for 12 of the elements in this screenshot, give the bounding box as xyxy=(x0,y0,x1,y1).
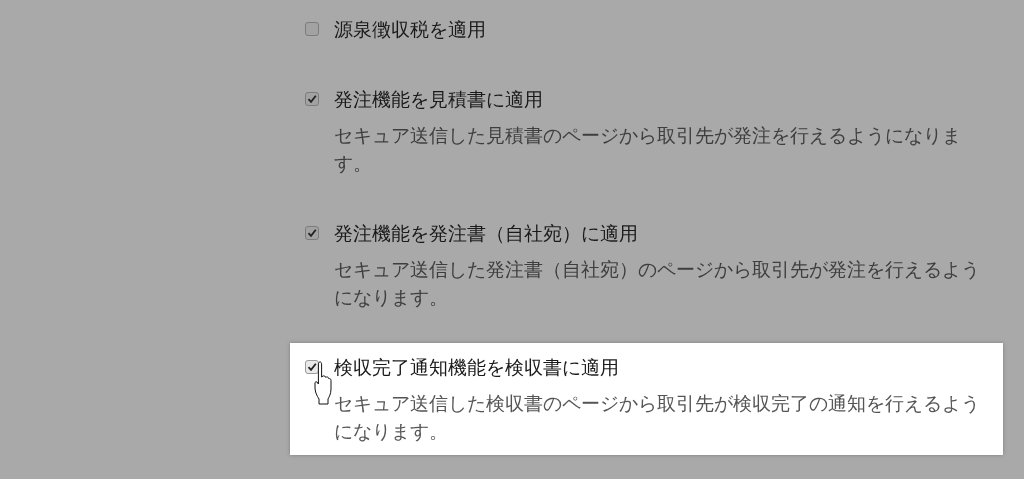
option-description: セキュア送信した見積書のページから取引先が発注を行えるようになります。 xyxy=(334,123,962,176)
checkbox-label[interactable]: 発注機能を見積書に適用 xyxy=(334,85,988,113)
option-description: セキュア送信した検収書のページから取引先が検収完了の通知を行えるようになります。 xyxy=(334,391,981,444)
checkbox[interactable] xyxy=(305,92,319,106)
checkbox-label[interactable]: 発注機能を発注書（自社宛）に適用 xyxy=(334,219,988,247)
checkbox[interactable] xyxy=(305,22,319,36)
option-description: セキュア送信した発注書（自社宛）のページから取引先が発注を行えるようになります。 xyxy=(334,257,981,310)
checkbox[interactable] xyxy=(305,360,319,374)
checkbox-label[interactable]: 源泉徴収税を適用 xyxy=(334,15,988,43)
checkbox[interactable] xyxy=(305,226,319,240)
hand-cursor-icon xyxy=(314,361,332,405)
checkbox-label[interactable]: 検収完了通知機能を検収書に適用 xyxy=(334,353,988,381)
